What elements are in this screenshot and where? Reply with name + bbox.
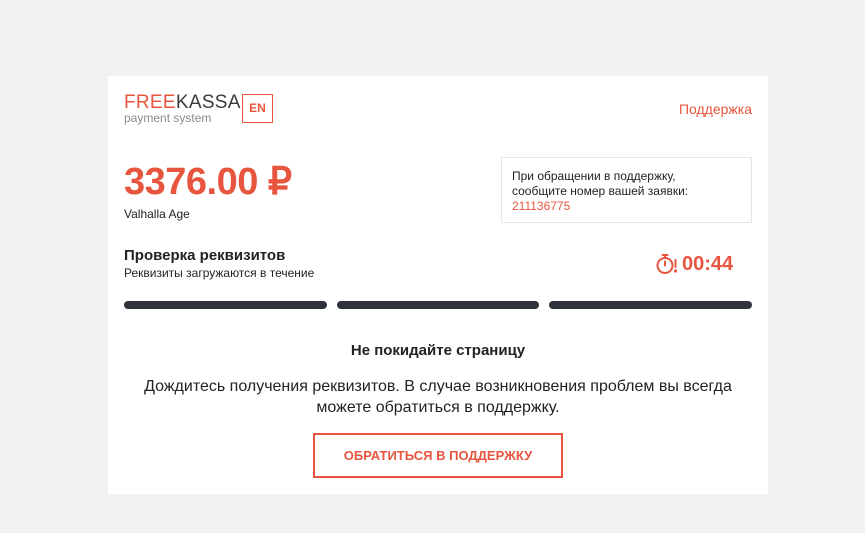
order-number: 211136775 <box>512 199 571 213</box>
countdown-timer: 00:44 <box>654 252 733 276</box>
freekassa-logo[interactable]: FREEKASSA payment system <box>124 92 241 124</box>
logo-free-text: FREE <box>124 92 176 113</box>
logo-kassa-text: KASSA <box>175 92 241 113</box>
logo-wordmark: FREEKASSA <box>124 92 241 113</box>
notice-line-1: При обращении в поддержку, <box>512 169 676 183</box>
progress-segment <box>124 301 327 309</box>
support-link[interactable]: Поддержка <box>679 101 752 117</box>
logo-subtitle: payment system <box>124 111 212 125</box>
status-title: Проверка реквизитов <box>124 247 286 264</box>
language-switch-button[interactable]: EN <box>242 94 273 123</box>
payment-card: FREEKASSA payment system EN Поддержка 33… <box>108 76 768 494</box>
wait-message: Дождитесь получения реквизитов. В случае… <box>144 378 732 416</box>
merchant-name: Valhalla Age <box>124 207 190 221</box>
warning-title: Не покидайте страницу <box>350 342 526 359</box>
progress-segment <box>549 301 753 309</box>
stopwatch-icon <box>656 254 678 274</box>
payment-amount: 3376.00 ₽ <box>124 161 292 203</box>
progress-segment <box>336 301 540 309</box>
timer-value: 00:44 <box>682 253 734 275</box>
notice-line-2: сообщите номер вашей заявки: <box>512 184 689 198</box>
status-subtitle: Реквизиты загружаются в течение <box>124 266 315 280</box>
support-notice-box: При обращении в поддержку, сообщите номе… <box>501 157 752 223</box>
progress-bar <box>124 301 753 309</box>
contact-support-button[interactable]: ОБРАТИТЬСЯ В ПОДДЕРЖКУ <box>313 433 563 478</box>
